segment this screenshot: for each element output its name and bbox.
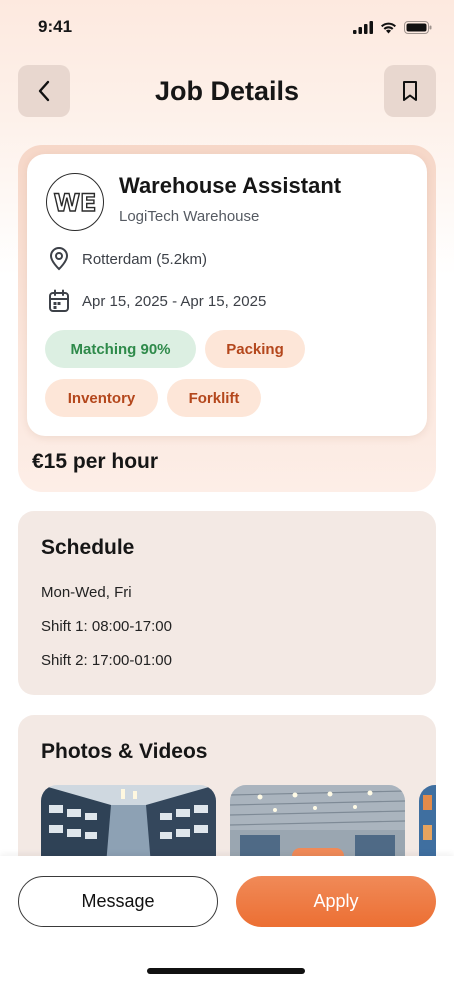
status-icons <box>353 20 432 34</box>
tag-forklift: Forklift <box>167 379 261 417</box>
bookmark-button[interactable] <box>384 65 436 117</box>
calendar-icon <box>49 289 69 312</box>
photos-title: Photos & Videos <box>41 740 208 763</box>
tag-packing: Packing <box>205 330 305 368</box>
photo-thumbnail[interactable] <box>41 785 216 865</box>
photo-thumbnail[interactable] <box>419 785 436 865</box>
location-text: Rotterdam (5.2km) <box>82 250 208 268</box>
bookmark-icon <box>403 81 417 101</box>
status-bar: 9:41 <box>0 0 454 54</box>
schedule-days: Mon-Wed, Fri <box>41 584 132 601</box>
svg-text:WE: WE <box>54 189 97 217</box>
signal-icon <box>353 20 373 34</box>
warehouse-aisle-image <box>41 785 216 865</box>
back-button[interactable] <box>18 65 70 117</box>
job-summary: WE Warehouse Assistant LogiTech Warehous… <box>18 145 436 492</box>
photo-thumbnail[interactable] <box>230 785 405 865</box>
tag-inventory: Inventory <box>45 379 158 417</box>
schedule-shift-1: Shift 1: 08:00-17:00 <box>41 618 172 635</box>
company-logo: WE <box>46 173 104 231</box>
schedule-section: Schedule Mon-Wed, Fri Shift 1: 08:00-17:… <box>18 511 436 695</box>
pay-rate: €15 per hour <box>32 450 159 473</box>
home-indicator <box>147 968 305 974</box>
status-time: 9:41 <box>38 17 73 36</box>
location-row: Rotterdam (5.2km) <box>48 247 207 271</box>
message-button[interactable]: Message <box>18 876 218 927</box>
warehouse-shelf-image <box>419 785 436 865</box>
schedule-shift-2: Shift 2: 17:00-01:00 <box>41 652 172 669</box>
tag-matching: Matching 90% <box>45 330 196 368</box>
battery-icon <box>404 20 432 34</box>
warehouse-ceiling-image <box>230 785 405 865</box>
company-name: LogiTech Warehouse <box>119 208 260 225</box>
location-pin-icon <box>49 247 69 271</box>
chevron-left-icon <box>38 80 50 102</box>
header: Job Details <box>0 65 454 117</box>
apply-button[interactable]: Apply <box>236 876 436 927</box>
job-card: WE Warehouse Assistant LogiTech Warehous… <box>27 154 427 436</box>
wifi-icon <box>381 22 396 33</box>
company-logo-mark: WE <box>53 188 97 217</box>
job-title: Warehouse Assistant <box>119 173 342 198</box>
schedule-title: Schedule <box>41 536 135 559</box>
bottom-action-bar: Message Apply <box>0 856 454 985</box>
date-range-text: Apr 15, 2025 - Apr 15, 2025 <box>82 292 267 310</box>
date-row: Apr 15, 2025 - Apr 15, 2025 <box>48 289 266 313</box>
